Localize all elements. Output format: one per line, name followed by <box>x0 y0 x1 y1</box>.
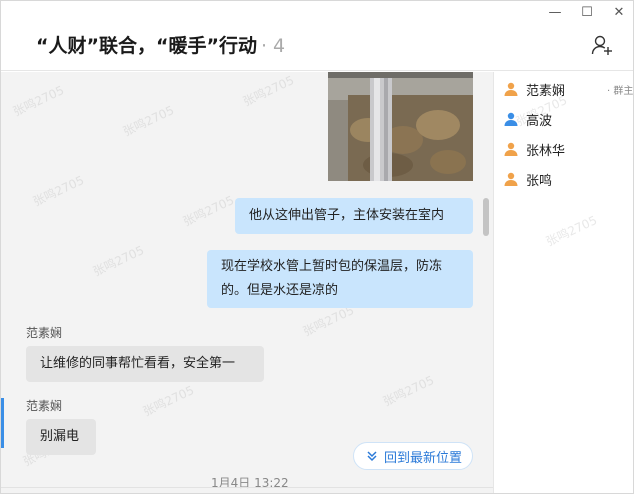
maximize-button[interactable]: ☐ <box>571 1 603 23</box>
member-item[interactable]: 张鸣 <box>504 169 552 189</box>
watermark: 张鸣2705 <box>120 103 177 139</box>
person-icon <box>504 82 518 96</box>
minimize-button[interactable]: — <box>539 1 571 23</box>
watermark: 张鸣2705 <box>543 213 600 249</box>
group-title: “人财”联合，“暖手”行动 · 4 <box>36 31 285 58</box>
message-text: 让维修的同事帮忙看看，安全第一 <box>40 356 236 371</box>
message-text: 别漏电 <box>40 429 80 444</box>
watermark: 张鸣2705 <box>240 73 297 109</box>
owner-badge: · 群主 <box>607 85 634 97</box>
member-item[interactable]: 张林华 <box>504 139 565 159</box>
message-text: 他从这伸出管子，主体安装在室内 <box>249 208 445 223</box>
sender-name: 范素娴 <box>26 399 63 413</box>
member-count: · 4 <box>260 35 286 57</box>
chat-header: — ☐ ✕ “人财”联合，“暖手”行动 · 4 <box>1 1 633 71</box>
message-list[interactable]: 张鸣2705 张鸣2705 张鸣2705 张鸣2705 张鸣2705 张鸣270… <box>1 72 493 493</box>
watermark: 张鸣2705 <box>380 373 437 409</box>
member-list: 张鸣2705 张鸣2705 范素娴 · 群主 高波 张林华 张鸣 <box>493 72 634 493</box>
message-bubble-outgoing[interactable]: 他从这伸出管子，主体安装在室内 <box>235 198 473 234</box>
message-bubble-outgoing[interactable]: 现在学校水管上暂时包的保温层，防冻 的。但是水还是凉的 <box>207 250 473 308</box>
watermark: 张鸣2705 <box>140 383 197 419</box>
divider <box>1 487 493 488</box>
message-bubble-incoming[interactable]: 让维修的同事帮忙看看，安全第一 <box>26 346 264 382</box>
member-name: 张林华 <box>526 143 566 159</box>
member-item[interactable]: 范素娴 · 群主 <box>504 79 634 99</box>
member-item[interactable]: 高波 <box>504 109 552 129</box>
photo-icon <box>328 72 473 181</box>
group-name: “人财”联合，“暖手”行动 <box>36 35 257 57</box>
message-timestamp: 1月4日 13:22 <box>211 476 289 490</box>
person-icon <box>504 112 518 126</box>
message-text: 的。但是水还是凉的 <box>221 283 339 298</box>
close-button[interactable]: ✕ <box>603 1 633 23</box>
scrollbar-thumb[interactable] <box>483 198 489 236</box>
person-icon <box>504 142 518 156</box>
person-icon <box>504 172 518 186</box>
watermark: 张鸣2705 <box>30 173 87 209</box>
jump-to-latest-label: 回到最新位置 <box>384 450 463 466</box>
window-controls: — ☐ ✕ <box>539 1 633 23</box>
message-bubble-incoming[interactable]: 别漏电 <box>26 419 96 455</box>
message-text: 现在学校水管上暂时包的保温层，防冻 <box>221 259 443 274</box>
sender-name: 范素娴 <box>26 326 63 340</box>
watermark: 张鸣2705 <box>180 193 237 229</box>
watermark: 张鸣2705 <box>10 83 67 119</box>
member-name: 范素娴 <box>526 83 566 99</box>
chat-window: — ☐ ✕ “人财”联合，“暖手”行动 · 4 张鸣2705 张鸣2705 张鸣2… <box>0 0 634 494</box>
jump-to-latest-button[interactable]: 回到最新位置 <box>353 442 473 470</box>
focus-indicator <box>1 398 4 448</box>
member-name: 高波 <box>526 113 553 129</box>
double-chevron-down-icon <box>367 451 377 462</box>
image-message[interactable] <box>328 72 473 181</box>
add-person-icon[interactable] <box>591 34 613 56</box>
member-name: 张鸣 <box>526 173 553 189</box>
watermark: 张鸣2705 <box>90 243 147 279</box>
